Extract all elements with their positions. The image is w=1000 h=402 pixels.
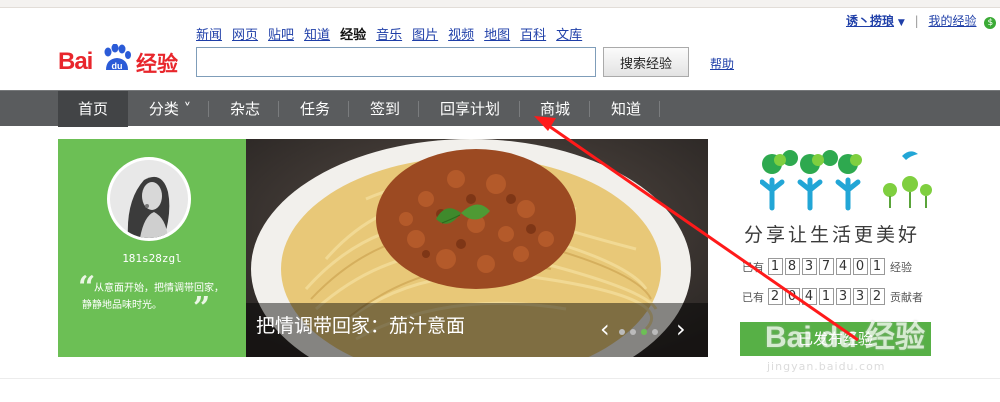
annotation-arrow [534,116,859,342]
content-bottom-border [0,378,1000,379]
page-root: Bai du 经验 新闻 网页 贴吧 知道 经验 音乐 图片 视频 地图 百科 文库 搜索经验 帮助… [0,0,1000,402]
